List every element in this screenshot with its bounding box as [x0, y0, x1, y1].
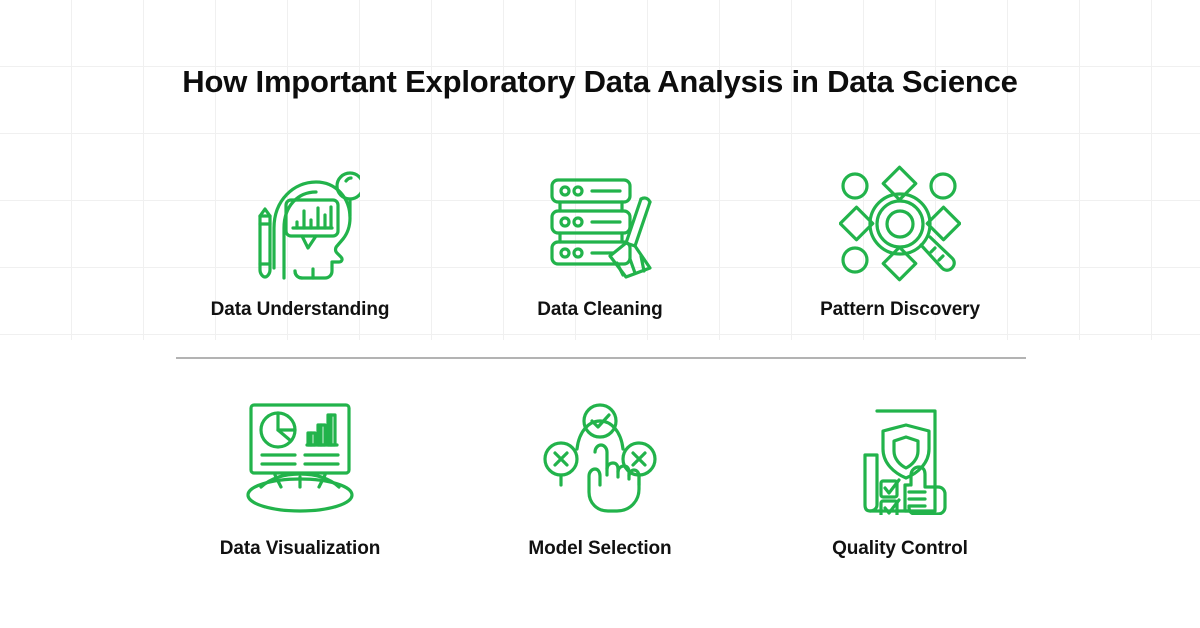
- infographic-canvas: How Important Exploratory Data Analysis …: [0, 0, 1200, 628]
- item-pattern-discovery: Pattern Discovery: [750, 160, 1050, 358]
- page-title: How Important Exploratory Data Analysis …: [182, 64, 1018, 99]
- items-grid: Data Understanding Data Cleaning Pattern…: [150, 160, 1050, 591]
- item-model-selection: Model Selection: [450, 393, 750, 591]
- server-stack-broom-icon: [535, 160, 665, 285]
- decision-tree-hand-pointer-icon: [535, 393, 665, 518]
- item-data-cleaning: Data Cleaning: [450, 160, 750, 358]
- item-label: Data Understanding: [210, 299, 390, 320]
- monitor-pie-bar-chart-icon: [235, 393, 365, 518]
- magnifier-shapes-pattern-icon: [835, 160, 965, 285]
- item-label: Quality Control: [832, 538, 968, 559]
- item-label: Pattern Discovery: [820, 299, 980, 320]
- item-label: Model Selection: [528, 538, 672, 559]
- document-shield-thumbsup-icon: [835, 393, 965, 518]
- item-data-visualization: Data Visualization: [150, 393, 450, 591]
- head-profile-chart-magnifier-icon: [235, 160, 365, 285]
- item-data-understanding: Data Understanding: [150, 160, 450, 358]
- item-label: Data Visualization: [219, 538, 381, 559]
- item-quality-control: Quality Control: [750, 393, 1050, 591]
- item-label: Data Cleaning: [537, 299, 663, 320]
